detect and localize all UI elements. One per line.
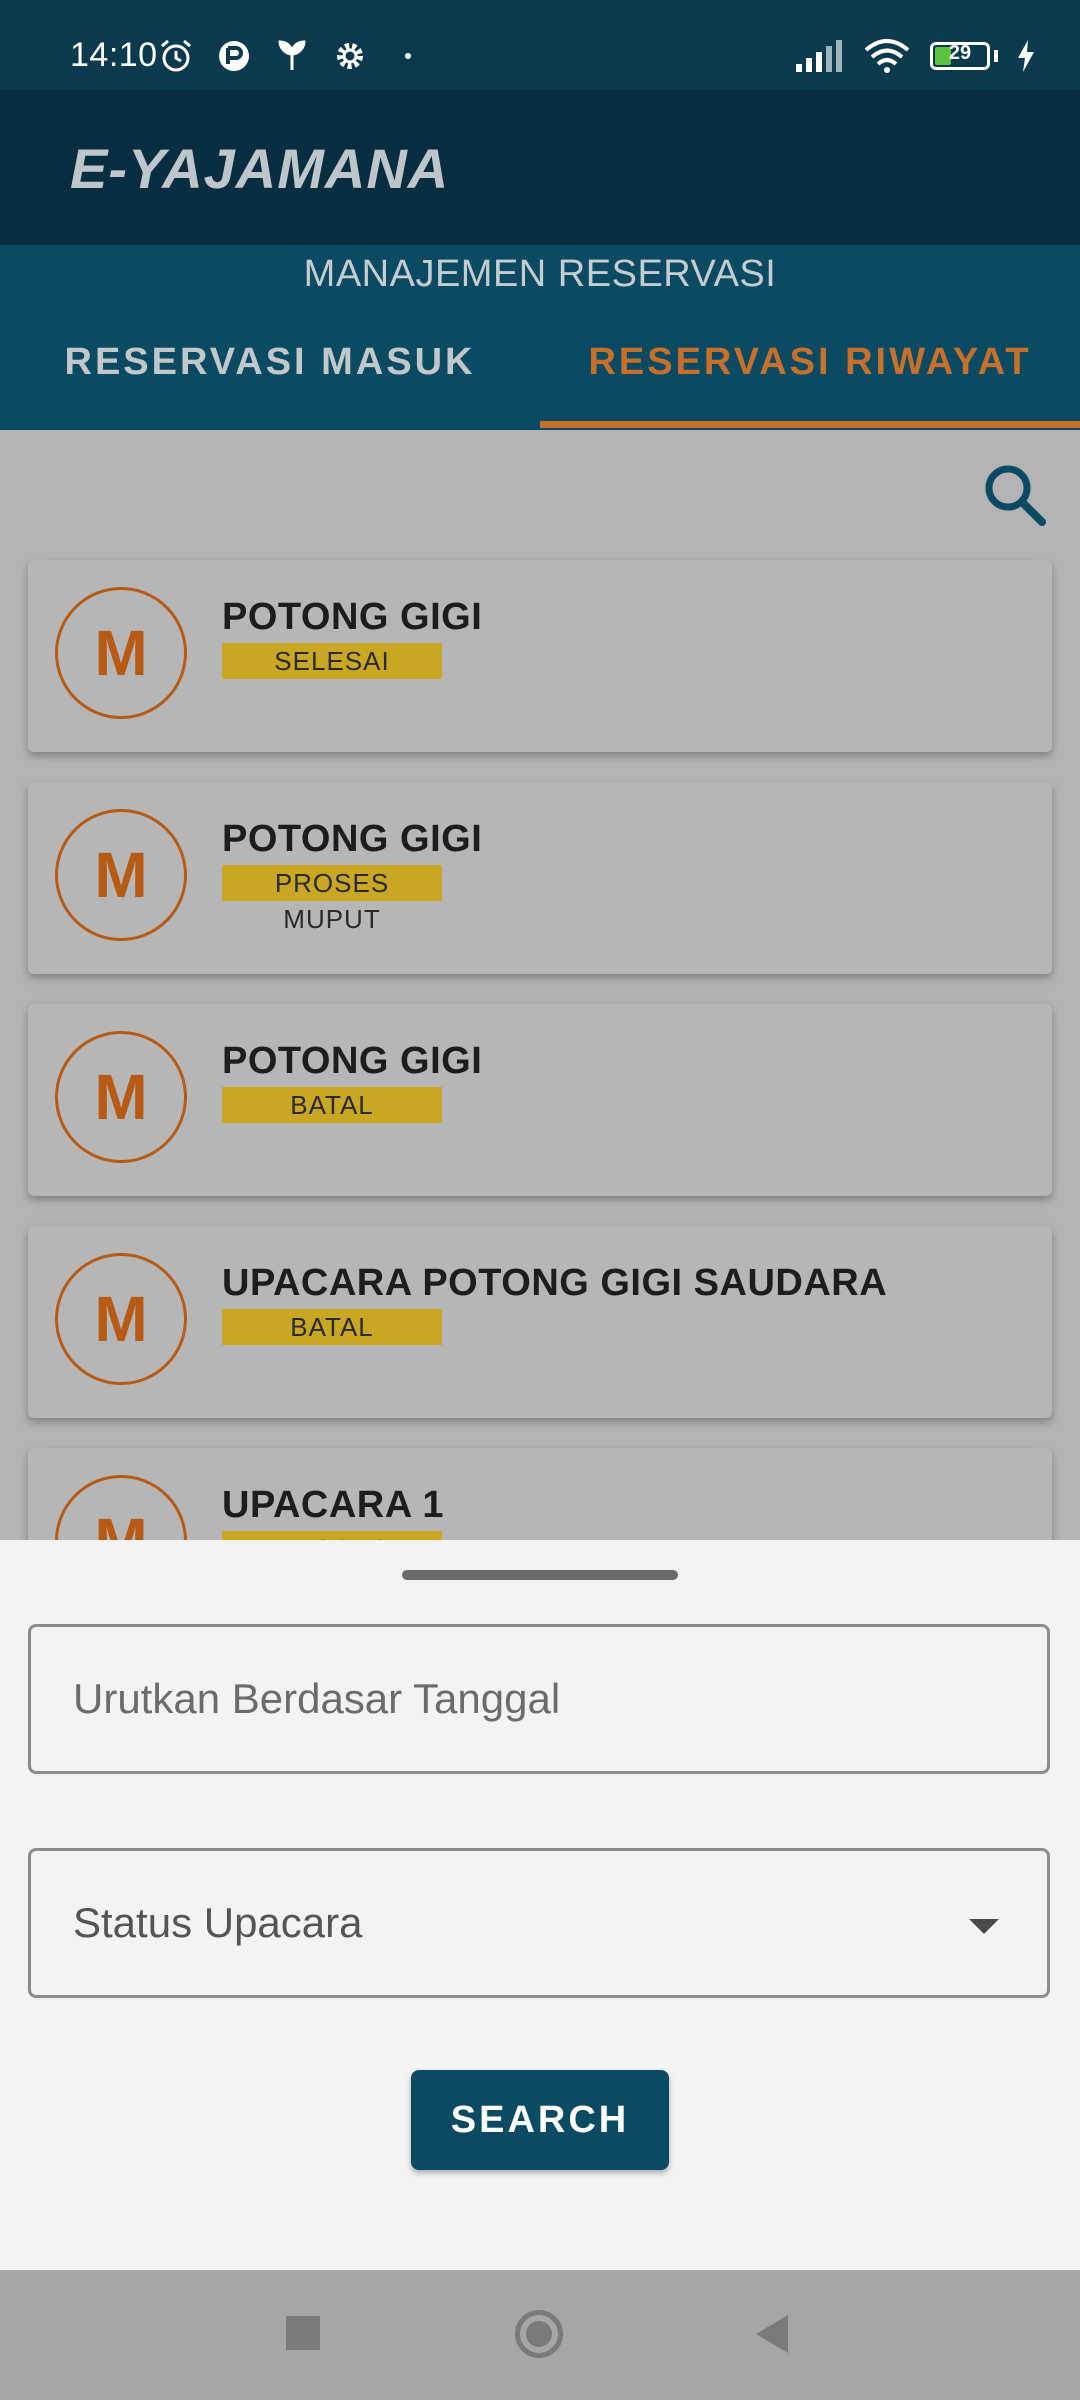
sheet-drag-handle[interactable] bbox=[402, 1570, 678, 1580]
reservation-title: UPACARA 1 bbox=[222, 1484, 444, 1526]
battery-icon: 29 bbox=[930, 42, 990, 70]
app-title: E-YAJAMANA bbox=[70, 137, 450, 200]
status-bar: 14:10 29 bbox=[0, 0, 1080, 90]
list-item[interactable]: M UPACARA POTONG GIGI SAUDARA BATAL bbox=[28, 1226, 1052, 1418]
charging-icon bbox=[1018, 40, 1034, 72]
page-subtitle: MANAJEMEN RESERVASI bbox=[303, 253, 777, 295]
avatar: M bbox=[55, 587, 187, 719]
wifi-icon bbox=[864, 39, 910, 73]
signal-icon bbox=[796, 40, 842, 72]
list-item[interactable]: M POTONG GIGI SELESAI bbox=[28, 560, 1052, 752]
plant-icon bbox=[278, 40, 306, 70]
reservation-title: POTONG GIGI bbox=[222, 818, 483, 860]
settings-icon bbox=[337, 43, 363, 69]
status-dropdown[interactable]: Status Upacara bbox=[28, 1848, 1050, 1998]
status-badge: SELESAI bbox=[222, 643, 442, 679]
battery-tip bbox=[994, 50, 998, 62]
tab-reservasi-riwayat[interactable]: RESERVASI RIWAYAT bbox=[540, 341, 1080, 426]
alarm-icon bbox=[161, 39, 191, 72]
status-time: 14:10 bbox=[70, 36, 158, 74]
status-badge: PROSES MUPUT bbox=[222, 865, 442, 934]
filter-bottom-sheet: Status Upacara SEARCH bbox=[0, 1540, 1080, 2270]
search-icon[interactable] bbox=[980, 460, 1050, 530]
home-icon[interactable] bbox=[515, 2310, 563, 2358]
list-item[interactable]: M POTONG GIGI PROSES MUPUT bbox=[28, 782, 1052, 974]
recents-icon[interactable] bbox=[286, 2316, 320, 2350]
avatar: M bbox=[55, 809, 187, 941]
reservation-title: POTONG GIGI bbox=[222, 596, 483, 638]
dot-icon bbox=[405, 53, 411, 59]
list-item[interactable]: M POTONG GIGI BATAL bbox=[28, 1004, 1052, 1196]
status-badge: BATAL bbox=[222, 1309, 442, 1345]
date-sort-field[interactable] bbox=[28, 1624, 1050, 1774]
avatar: M bbox=[55, 1253, 187, 1385]
status-badge: BATAL bbox=[222, 1087, 442, 1123]
reservation-list: M POTONG GIGI SELESAI M POTONG GIGI PROS… bbox=[0, 430, 1080, 1640]
reservation-title: POTONG GIGI bbox=[222, 1040, 483, 1082]
back-icon[interactable] bbox=[756, 2315, 788, 2353]
tab-indicator bbox=[540, 421, 1080, 428]
status-icons-right: 29 bbox=[794, 38, 1036, 74]
status-dropdown-label: Status Upacara bbox=[73, 1899, 363, 1946]
avatar: M bbox=[55, 1031, 187, 1163]
app-bar: E-YAJAMANA bbox=[0, 90, 1080, 245]
reservation-title: UPACARA POTONG GIGI SAUDARA bbox=[222, 1262, 888, 1304]
dropdown-arrow-icon bbox=[969, 1919, 999, 1934]
search-button[interactable]: SEARCH bbox=[411, 2070, 669, 2170]
tabs-area: MANAJEMEN RESERVASI RESERVASI MASUK RESE… bbox=[0, 245, 1080, 430]
tab-reservasi-masuk[interactable]: RESERVASI MASUK bbox=[0, 341, 540, 426]
status-icons-left bbox=[158, 38, 426, 74]
navigation-bar bbox=[0, 2270, 1080, 2400]
app-icon bbox=[219, 41, 249, 71]
battery-level: 29 bbox=[948, 42, 972, 64]
